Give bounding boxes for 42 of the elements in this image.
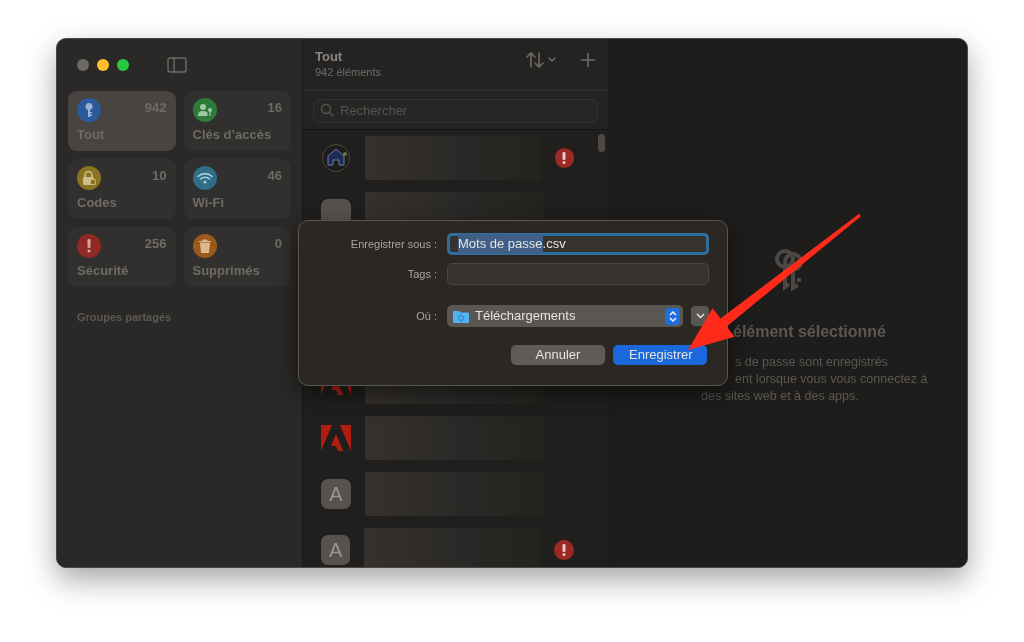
category-count: 10 [152,167,167,185]
category-tile[interactable]: 46 Wi-Fi [183,159,291,219]
category-count: 46 [267,167,282,185]
zoom-button[interactable] [117,59,129,71]
chevron-icon [695,313,705,319]
sort-icon[interactable] [526,51,556,69]
category-tile[interactable]: 10 Codes [68,159,176,219]
category-tile[interactable]: 16 Clés d’accès [183,91,291,151]
field-label: Où : [415,308,437,324]
category-label: Clés d’accès [192,125,273,144]
field-label: Enregistrer sous : [349,236,437,252]
item-count: 942 éléments [315,65,382,80]
category-tile[interactable]: 256 Sécurité [68,227,176,287]
list-title: Tout [315,49,344,64]
field-label: Tags : [406,266,437,282]
tags-field[interactable] [447,263,709,285]
filename-field[interactable]: Mots de passe.csv [447,233,709,255]
category-label: Sécurité [77,261,130,280]
location-popup[interactable]: Téléchargements [447,305,683,327]
cancel-button[interactable]: Annuler [511,345,605,365]
scrollbar[interactable] [598,134,605,152]
category-count: 256 [144,235,167,253]
category-count: 16 [267,99,282,117]
adobe-logo-icon [321,425,351,451]
minimize-button[interactable] [97,59,109,71]
save-button[interactable]: Enregistrer [613,345,707,365]
category-label: Wi-Fi [192,193,226,212]
close-button[interactable] [77,59,89,71]
category-tile[interactable]: 0 Supprimés [183,227,291,287]
site-logo-icon [321,143,351,173]
category-count: 0 [274,235,282,253]
expand-button[interactable] [691,306,709,326]
app-letter-icon: A [321,479,351,509]
app-letter-icon: A [321,535,351,565]
sidebar-toggle-icon[interactable] [167,57,187,73]
category-label: Codes [77,193,118,212]
folder-icon [453,309,469,323]
stepper-icon [665,307,680,325]
category-label: Supprimés [192,261,261,280]
empty-state-title: élément sélectionné [733,322,886,342]
description-text: ent lorsque vous vous connectez à [735,371,928,388]
add-icon[interactable] [580,52,596,68]
